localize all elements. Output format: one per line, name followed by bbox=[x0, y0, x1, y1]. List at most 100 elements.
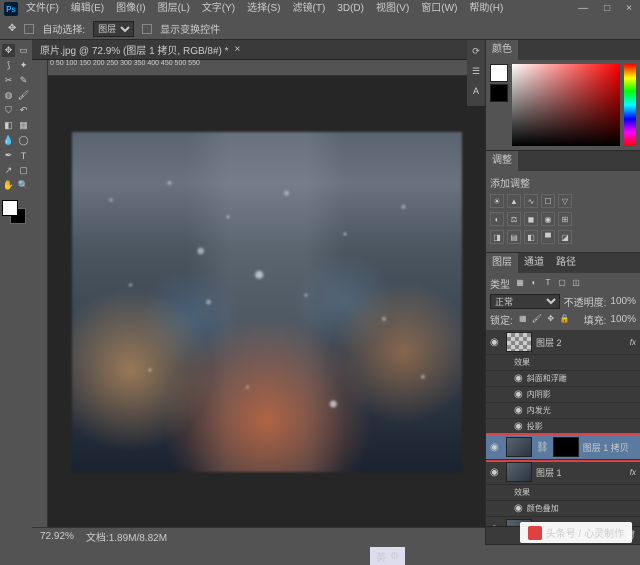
color-chip-bg[interactable] bbox=[490, 84, 508, 102]
layer-effect[interactable]: 效果 bbox=[486, 485, 640, 501]
window-maximize-icon[interactable]: □ bbox=[600, 0, 614, 18]
selective-icon[interactable]: ◪ bbox=[558, 230, 572, 244]
bw-icon[interactable]: ◼ bbox=[524, 212, 538, 226]
ime-bar[interactable]: 英 ⚙ bbox=[370, 547, 405, 565]
blur-tool[interactable]: 💧 bbox=[2, 134, 15, 147]
color-tab[interactable]: 颜色 bbox=[486, 40, 518, 60]
invert-icon[interactable]: ◨ bbox=[490, 230, 504, 244]
character-panel-icon[interactable]: A bbox=[469, 86, 483, 100]
menu-select[interactable]: 选择(S) bbox=[243, 0, 284, 18]
menu-help[interactable]: 帮助(H) bbox=[465, 0, 507, 18]
foreground-color[interactable] bbox=[2, 200, 18, 216]
filter-adjust-icon[interactable]: ◐ bbox=[528, 278, 540, 290]
hue-icon[interactable]: ◐ bbox=[490, 212, 504, 226]
layer-thumb[interactable] bbox=[506, 437, 532, 457]
adjustments-tab[interactable]: 调整 bbox=[486, 151, 518, 171]
photofilter-icon[interactable]: ◉ bbox=[541, 212, 555, 226]
menu-image[interactable]: 图像(I) bbox=[112, 0, 149, 18]
layer-effect[interactable]: ◉斜面和浮雕 bbox=[486, 371, 640, 387]
menu-type[interactable]: 文字(Y) bbox=[198, 0, 239, 18]
visibility-icon[interactable]: ◉ bbox=[490, 442, 502, 453]
history-brush-tool[interactable]: ↶ bbox=[17, 104, 30, 117]
layer-name[interactable]: 图层 1 bbox=[536, 466, 626, 479]
layer-row-selected[interactable]: ◉ ⛓ 图层 1 拷贝 bbox=[486, 435, 640, 460]
gradmap-icon[interactable]: ▀ bbox=[541, 230, 555, 244]
layer-effect[interactable]: ◉内阴影 bbox=[486, 387, 640, 403]
eyedropper-tool[interactable]: ✎ bbox=[17, 74, 30, 87]
crop-tool[interactable]: ✂ bbox=[2, 74, 15, 87]
path-tool[interactable]: ↗ bbox=[2, 164, 15, 177]
layer-effect[interactable]: ◉投影 bbox=[486, 419, 640, 435]
heal-tool[interactable]: ◍ bbox=[2, 89, 15, 102]
layer-name[interactable]: 图层 1 拷贝 bbox=[583, 441, 636, 454]
brush-tool[interactable]: 🖌 bbox=[17, 89, 30, 102]
ime-settings-icon[interactable]: ⚙ bbox=[390, 551, 399, 562]
mask-link-icon[interactable]: ⛓ bbox=[536, 442, 549, 453]
channelmixer-icon[interactable]: ⊞ bbox=[558, 212, 572, 226]
ime-mode[interactable]: 英 bbox=[376, 549, 386, 564]
zoom-level[interactable]: 72.92% bbox=[40, 531, 74, 542]
layer-thumb[interactable] bbox=[506, 332, 532, 352]
filter-shape-icon[interactable]: ▢ bbox=[556, 278, 568, 290]
properties-panel-icon[interactable]: ☰ bbox=[469, 66, 483, 80]
menu-view[interactable]: 视图(V) bbox=[372, 0, 413, 18]
show-transform-checkbox[interactable] bbox=[142, 24, 152, 34]
filter-pixel-icon[interactable]: ▦ bbox=[514, 278, 526, 290]
lasso-tool[interactable]: ⟆ bbox=[2, 59, 15, 72]
gradient-tool[interactable]: ▦ bbox=[17, 119, 30, 132]
menu-edit[interactable]: 编辑(E) bbox=[67, 0, 108, 18]
layer-effect[interactable]: ◉颜色叠加 bbox=[486, 501, 640, 517]
color-field[interactable] bbox=[512, 64, 620, 146]
layer-row[interactable]: ◉ 图层 1 fx bbox=[486, 460, 640, 485]
canvas[interactable] bbox=[48, 76, 485, 527]
shape-tool[interactable]: ▢ bbox=[17, 164, 30, 177]
channels-tab[interactable]: 通道 bbox=[518, 253, 550, 273]
layer-name[interactable]: 图层 2 bbox=[536, 336, 626, 349]
color-swatches[interactable] bbox=[2, 200, 26, 224]
filter-type-icon[interactable]: T bbox=[542, 278, 554, 290]
curves-icon[interactable]: ∿ bbox=[524, 194, 538, 208]
type-tool[interactable]: T bbox=[17, 149, 30, 162]
history-panel-icon[interactable]: ⟳ bbox=[469, 46, 483, 60]
hand-tool[interactable]: ✋ bbox=[2, 179, 15, 192]
document-tab[interactable]: 原片.jpg @ 72.9% (图层 1 拷贝, RGB/8#) * × bbox=[32, 40, 485, 60]
eraser-tool[interactable]: ◧ bbox=[2, 119, 15, 132]
pen-tool[interactable]: ✒ bbox=[2, 149, 15, 162]
layers-tab[interactable]: 图层 bbox=[486, 253, 518, 273]
menu-window[interactable]: 窗口(W) bbox=[417, 0, 461, 18]
lock-move-icon[interactable]: ✥ bbox=[545, 314, 557, 326]
hue-slider[interactable] bbox=[624, 64, 636, 146]
lock-paint-icon[interactable]: 🖌 bbox=[531, 314, 543, 326]
levels-icon[interactable]: ▲ bbox=[507, 194, 521, 208]
close-tab-icon[interactable]: × bbox=[235, 44, 241, 55]
auto-select-target[interactable]: 图层 bbox=[93, 21, 134, 37]
layer-mask-thumb[interactable] bbox=[553, 437, 579, 457]
window-minimize-icon[interactable]: — bbox=[574, 0, 592, 18]
stamp-tool[interactable]: ⛉ bbox=[2, 104, 15, 117]
menu-filter[interactable]: 滤镜(T) bbox=[289, 0, 330, 18]
layer-fx-badge[interactable]: fx bbox=[630, 468, 636, 477]
menu-file[interactable]: 文件(F) bbox=[22, 0, 63, 18]
lock-trans-icon[interactable]: ▦ bbox=[517, 314, 529, 326]
zoom-tool[interactable]: 🔍 bbox=[17, 179, 30, 192]
layer-fx-badge[interactable]: fx bbox=[630, 338, 636, 347]
filter-smart-icon[interactable]: ◫ bbox=[570, 278, 582, 290]
brightness-icon[interactable]: ☀ bbox=[490, 194, 504, 208]
paths-tab[interactable]: 路径 bbox=[550, 253, 582, 273]
layer-row[interactable]: ◉ 图层 2 fx bbox=[486, 330, 640, 355]
move-tool[interactable]: ✥ bbox=[2, 44, 15, 57]
color-chip-fg[interactable] bbox=[490, 64, 508, 82]
layer-effect[interactable]: 效果 bbox=[486, 355, 640, 371]
menu-3d[interactable]: 3D(D) bbox=[333, 0, 368, 18]
menu-layer[interactable]: 图层(L) bbox=[154, 0, 194, 18]
lock-all-icon[interactable]: 🔒 bbox=[559, 314, 571, 326]
colorbalance-icon[interactable]: ⚖ bbox=[507, 212, 521, 226]
wand-tool[interactable]: ✦ bbox=[17, 59, 30, 72]
window-close-icon[interactable]: × bbox=[622, 0, 636, 18]
auto-select-checkbox[interactable] bbox=[24, 24, 34, 34]
marquee-tool[interactable]: ▭ bbox=[17, 44, 30, 57]
color-picker[interactable] bbox=[486, 60, 640, 150]
layer-thumb[interactable] bbox=[506, 462, 532, 482]
threshold-icon[interactable]: ◧ bbox=[524, 230, 538, 244]
posterize-icon[interactable]: ▤ bbox=[507, 230, 521, 244]
